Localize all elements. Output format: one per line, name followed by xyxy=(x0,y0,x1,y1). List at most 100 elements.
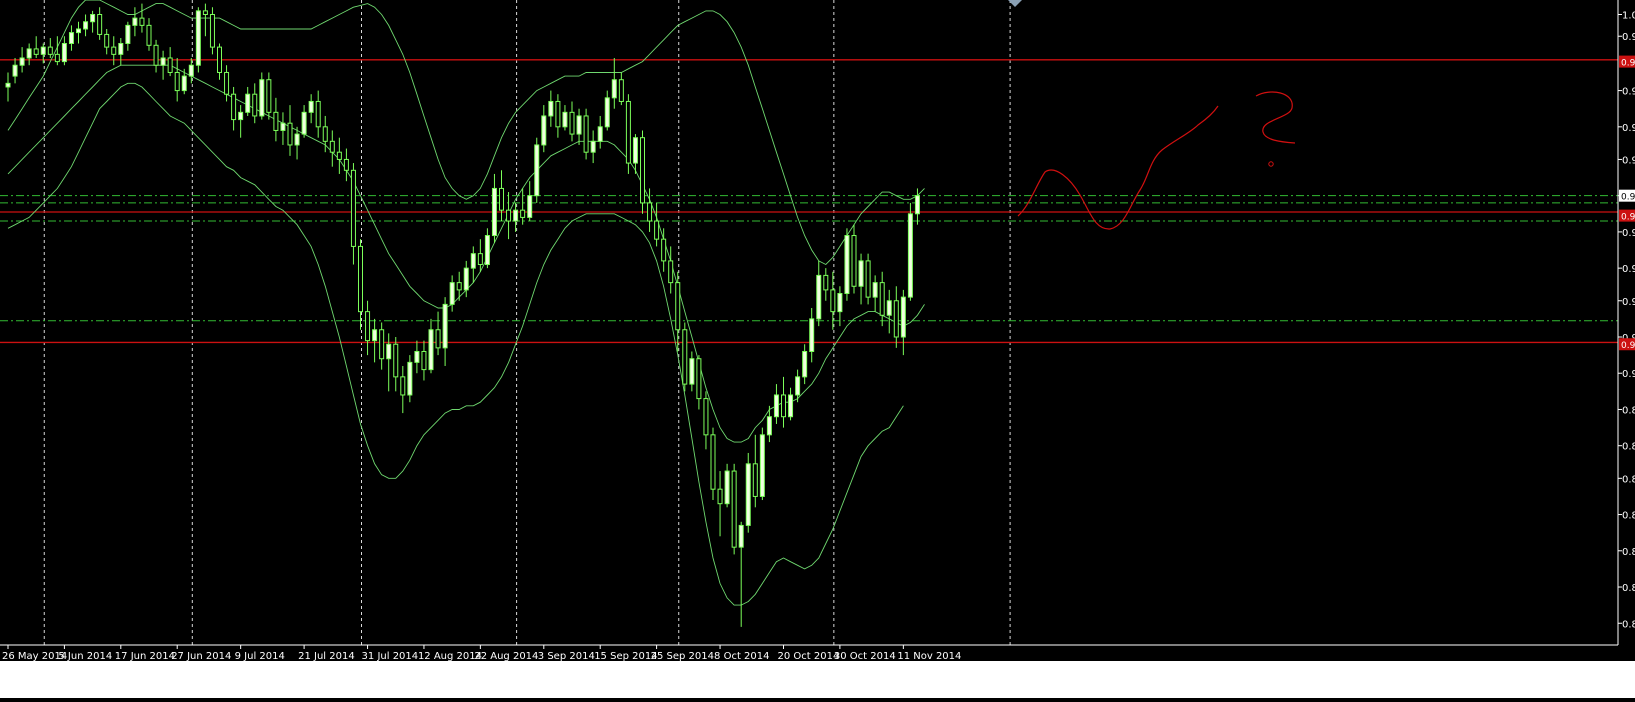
candle-body xyxy=(668,260,674,284)
candle-body xyxy=(703,398,709,436)
candle-body xyxy=(562,111,568,128)
candle-body xyxy=(816,274,822,320)
y-tick-label: 0.89 xyxy=(1622,405,1635,416)
candle-body xyxy=(555,100,561,128)
candle-body xyxy=(640,137,645,204)
candle-body xyxy=(632,137,638,164)
y-tick-label: 0.90 xyxy=(1622,369,1635,380)
y-tick-label: 0.84 xyxy=(1622,583,1635,594)
candle-body xyxy=(724,470,730,505)
candle xyxy=(759,427,765,501)
candle-body xyxy=(308,100,314,113)
x-tick-label: 15 Sep 2014 xyxy=(594,651,657,662)
y-tick-label: 0.86 xyxy=(1622,511,1635,522)
candle-body xyxy=(167,57,173,73)
candle-body xyxy=(90,13,96,23)
candle-body xyxy=(435,329,441,349)
candle-body xyxy=(513,209,519,222)
x-tick-label: 31 Jul 2014 xyxy=(362,651,419,662)
x-tick-label: 9 Jul 2014 xyxy=(235,651,285,662)
candle xyxy=(625,94,631,174)
candle-body xyxy=(491,187,497,237)
candle xyxy=(710,427,716,501)
candle-body xyxy=(534,144,540,197)
y-tick-label: 0.88 xyxy=(1622,442,1635,453)
candle-body xyxy=(851,235,857,287)
candle-body xyxy=(76,28,81,34)
candle-body xyxy=(386,343,392,360)
candle-body xyxy=(710,434,716,490)
candle-body xyxy=(379,329,385,360)
candle-body xyxy=(5,82,11,88)
candle-body xyxy=(661,238,667,262)
candle-body xyxy=(315,100,321,128)
candle xyxy=(907,202,913,301)
y-tick-label: 0.97 xyxy=(1622,123,1635,134)
candle-body xyxy=(252,93,258,117)
candle-body xyxy=(773,394,779,418)
candle-body xyxy=(400,376,406,396)
candle-body xyxy=(358,245,363,313)
candle-body xyxy=(766,416,772,436)
candle-body xyxy=(463,267,469,291)
candle-body xyxy=(104,33,110,48)
candle-body xyxy=(541,115,547,146)
candle-body xyxy=(12,64,18,77)
candle-body xyxy=(449,282,455,305)
y-tick-label: 1.00 xyxy=(1622,10,1635,21)
candle-body xyxy=(428,329,434,371)
candle-body xyxy=(174,71,180,92)
price-label: 0.91 xyxy=(1621,341,1635,351)
y-tick-label: 0.98 xyxy=(1622,87,1635,98)
candle-body xyxy=(231,93,237,121)
candle-body xyxy=(611,79,617,99)
candle xyxy=(583,108,589,160)
candle-body xyxy=(625,100,631,164)
candle-body xyxy=(40,46,46,55)
candle-body xyxy=(470,253,476,269)
candle xyxy=(865,253,871,305)
candle xyxy=(209,7,215,55)
candle-body xyxy=(421,350,427,371)
candle-body xyxy=(153,44,159,66)
y-tick-label: 0.83 xyxy=(1622,619,1635,630)
x-tick-label: 21 Jul 2014 xyxy=(298,651,355,662)
candle-body xyxy=(858,260,864,287)
candle-body xyxy=(738,524,744,548)
candle-body xyxy=(823,274,829,291)
candle-body xyxy=(414,350,420,363)
candle-body xyxy=(287,122,293,146)
x-tick-label: 25 Sep 2014 xyxy=(651,651,714,662)
candle-body xyxy=(604,97,610,128)
candle-body xyxy=(407,361,413,396)
x-tick-label: 22 Aug 2014 xyxy=(474,651,538,662)
candle-body xyxy=(111,46,117,55)
candle-body xyxy=(259,79,265,117)
candle-body xyxy=(506,209,512,222)
x-tick-label: 17 Jun 2014 xyxy=(115,651,175,662)
candle-body xyxy=(569,111,575,135)
candle-body xyxy=(238,111,244,121)
candle-body xyxy=(336,151,342,160)
candle-body xyxy=(675,282,681,331)
candle-body xyxy=(83,21,89,30)
candle-body xyxy=(802,350,808,378)
x-tick-label: 11 Nov 2014 xyxy=(897,651,961,662)
y-tick-label: 0.85 xyxy=(1622,547,1635,558)
candle-body xyxy=(456,282,462,291)
candle xyxy=(682,322,688,392)
x-tick-label: 27 Jun 2014 xyxy=(171,651,231,662)
candle xyxy=(731,463,737,555)
x-tick-label: 30 Oct 2014 xyxy=(834,651,896,662)
candle-body xyxy=(837,293,843,313)
candle-body xyxy=(788,394,794,418)
y-tick-label: 0.99 xyxy=(1622,32,1635,43)
candle-body xyxy=(118,42,124,55)
x-tick-label: 3 Sep 2014 xyxy=(538,651,595,662)
candle xyxy=(745,452,751,533)
y-tick-label: 0.93 xyxy=(1622,264,1635,275)
candle-body xyxy=(195,10,201,66)
candle-body xyxy=(886,300,892,316)
candle-body xyxy=(809,318,815,352)
candle-body xyxy=(830,289,836,313)
